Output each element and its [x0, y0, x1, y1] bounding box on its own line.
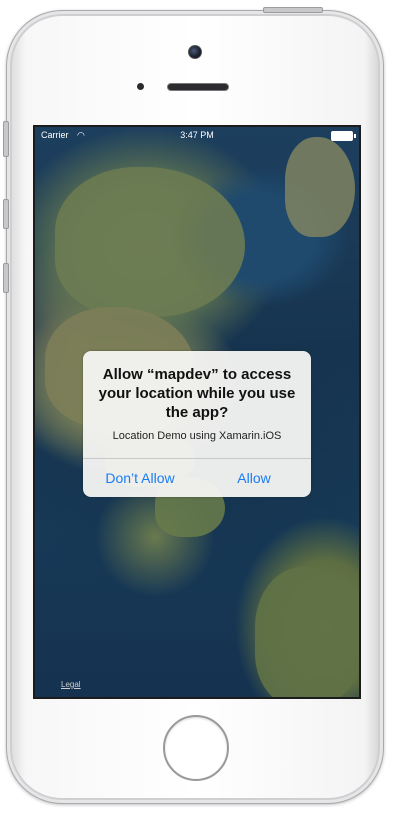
home-button[interactable] — [163, 715, 229, 781]
location-permission-alert: Allow “mapdev” to access your location w… — [83, 351, 311, 497]
allow-button[interactable]: Allow — [197, 459, 311, 497]
dont-allow-button[interactable]: Don’t Allow — [83, 459, 197, 497]
volume-up-button — [3, 199, 9, 229]
sleep-button — [263, 7, 323, 13]
map-land-north-america — [55, 167, 245, 317]
earpiece-speaker — [167, 83, 229, 91]
map-land-greenland — [285, 137, 355, 237]
front-camera — [188, 45, 202, 59]
alert-button-row: Don’t Allow Allow — [83, 458, 311, 497]
mute-switch — [3, 121, 9, 157]
proximity-sensor — [137, 83, 144, 90]
map-land-south-america — [255, 567, 359, 697]
device-screen: Carrier ◠ 3:47 PM Legal Allow “mapdev” t… — [33, 125, 361, 699]
alert-title: Allow “mapdev” to access your location w… — [98, 366, 296, 421]
status-bar: Carrier ◠ 3:47 PM — [35, 127, 359, 143]
alert-message: Location Demo using Xamarin.iOS — [112, 430, 282, 442]
status-time: 3:47 PM — [180, 130, 214, 140]
iphone-device-frame: Carrier ◠ 3:47 PM Legal Allow “mapdev” t… — [3, 7, 384, 804]
volume-down-button — [3, 263, 9, 293]
map-legal-link[interactable]: Legal — [61, 680, 81, 689]
battery-icon — [331, 131, 356, 141]
